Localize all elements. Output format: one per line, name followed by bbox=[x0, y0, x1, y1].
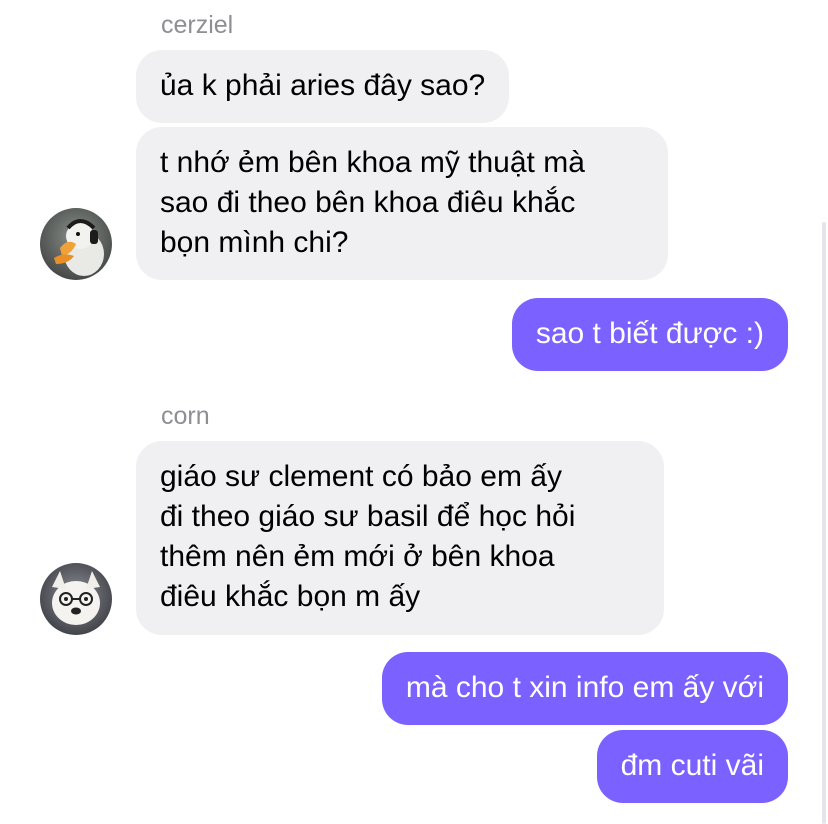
message-text: bọn mình chi? bbox=[160, 226, 349, 259]
message-bubble-incoming[interactable]: t nhớ ẻm bên khoa mỹ thuật mà sao đi the… bbox=[136, 127, 668, 280]
message-text: t nhớ ẻm bên khoa mỹ thuật mà bbox=[160, 146, 585, 179]
avatar-cerziel[interactable] bbox=[40, 208, 112, 280]
duck-headphones-avatar-icon bbox=[40, 208, 112, 280]
message-bubble-outgoing[interactable]: mà cho t xin info em ấy với bbox=[381, 652, 788, 725]
message-text: giáo sư clement có bảo em ấy bbox=[160, 460, 562, 493]
message-text: đm cuti vãi bbox=[620, 749, 764, 782]
message-text: điêu khắc bọn m ấy bbox=[160, 580, 421, 613]
sender-name-corn: corn bbox=[161, 402, 210, 430]
message-text: mà cho t xin info em ấy với bbox=[405, 671, 764, 704]
message-bubble-incoming[interactable]: giáo sư clement có bảo em ấy đi theo giá… bbox=[136, 441, 664, 635]
message-text: sao t biết được :) bbox=[535, 317, 764, 350]
dog-glasses-avatar-icon bbox=[40, 563, 112, 635]
message-bubble-outgoing[interactable]: sao t biết được :) bbox=[511, 298, 788, 371]
message-text: sao đi theo bên khoa điêu khắc bbox=[160, 186, 576, 219]
message-text: đi theo giáo sư basil để học hỏi bbox=[160, 500, 576, 533]
message-text: ủa k phải aries đây sao? bbox=[160, 69, 486, 102]
sender-name-cerziel: cerziel bbox=[161, 11, 234, 39]
message-bubble-outgoing[interactable]: đm cuti vãi bbox=[596, 730, 788, 803]
avatar-corn[interactable] bbox=[40, 563, 112, 635]
message-bubble-incoming[interactable]: ủa k phải aries đây sao? bbox=[136, 50, 510, 123]
scrollbar[interactable] bbox=[822, 222, 826, 824]
message-text: thêm nên ẻm mới ở bên khoa bbox=[160, 540, 555, 573]
